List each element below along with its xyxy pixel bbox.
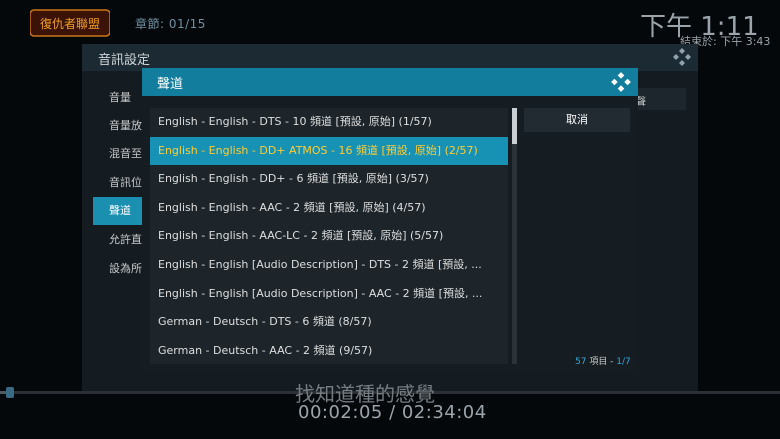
kodi-logo-icon — [672, 47, 692, 71]
audio-settings-title: 音訊設定 — [98, 53, 151, 68]
channel-list-item[interactable]: English - English - AAC - 2 頻道 [預設, 原始] … — [150, 194, 508, 222]
audio-settings-header — [82, 44, 698, 71]
channel-list-item[interactable]: English - English - DD+ ATMOS - 16 頻道 [預… — [150, 137, 508, 165]
channel-dialog-header — [142, 68, 638, 96]
scrollbar-track[interactable] — [512, 108, 517, 364]
channel-list-item[interactable]: English - English - DD+ - 6 頻道 [預設, 原始] … — [150, 165, 508, 193]
channel-list-item[interactable]: German - Deutsch - AAC - 2 頻道 (9/57) — [150, 337, 508, 365]
kodi-logo-icon — [610, 71, 632, 97]
item-count-label: 項目 - — [586, 357, 617, 367]
channel-list-item[interactable]: English - English - AAC-LC - 2 頻道 [預設, 原… — [150, 222, 508, 250]
cancel-button[interactable]: 取消 — [524, 108, 630, 132]
channel-dialog-title: 聲道 — [157, 77, 184, 92]
item-count: 57 項目 - 1/7 — [575, 354, 631, 367]
svg-text:復仇者聯盟: 復仇者聯盟 — [40, 16, 100, 31]
channel-list-item[interactable]: English - English [Audio Description] - … — [150, 251, 508, 279]
channel-list-item[interactable]: English - English - DTS - 10 頻道 [預設, 原始]… — [150, 108, 508, 136]
chapter-indicator: 章節: 01/15 — [135, 17, 206, 31]
progress-knob[interactable] — [6, 387, 15, 398]
channel-list-item[interactable]: German - Deutsch - DTS - 6 頻道 (8/57) — [150, 308, 508, 336]
movie-logo: 復仇者聯盟 — [29, 8, 111, 40]
item-count-number: 57 — [575, 357, 587, 367]
channel-list-item[interactable]: English - English [Audio Description] - … — [150, 280, 508, 308]
item-count-page: 1/7 — [616, 357, 631, 367]
timecode: 00:02:05 / 02:34:04 — [298, 402, 487, 423]
scrollbar-thumb[interactable] — [512, 108, 517, 144]
